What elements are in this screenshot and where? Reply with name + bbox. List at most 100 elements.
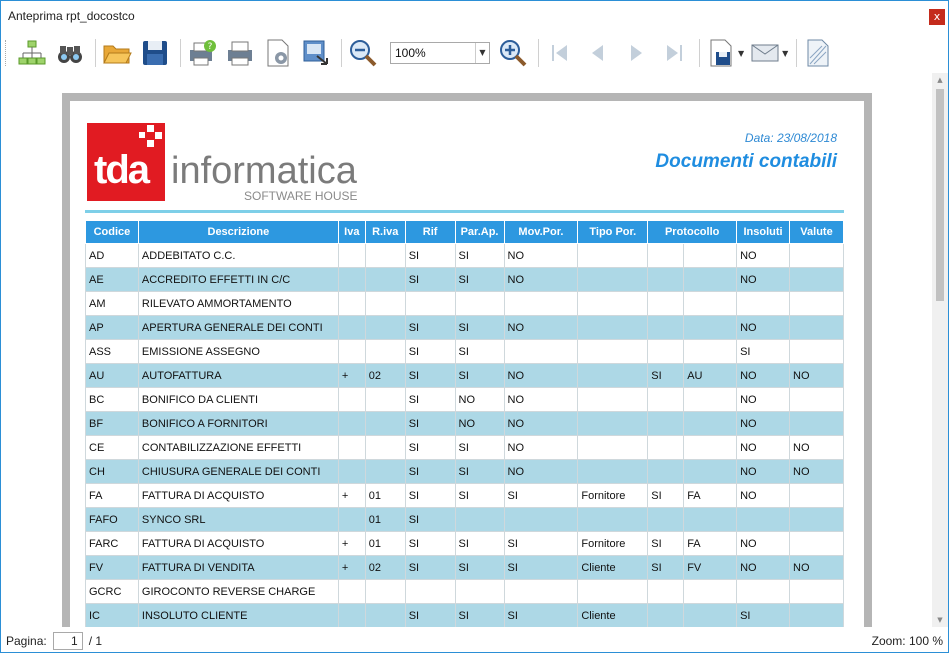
zoom-in-icon[interactable] xyxy=(496,36,530,70)
table-cell xyxy=(683,411,738,436)
table-cell: NO xyxy=(503,459,579,484)
table-cell: NO xyxy=(503,411,579,436)
table-cell: SI xyxy=(454,531,505,556)
table-cell: NO xyxy=(736,531,791,556)
table-cell xyxy=(337,291,366,316)
watermark-icon[interactable] xyxy=(801,36,835,70)
table-cell: 01 xyxy=(364,483,406,508)
save-as-icon[interactable] xyxy=(704,36,738,70)
table-cell xyxy=(789,411,844,436)
scroll-down-icon[interactable]: ▼ xyxy=(932,613,948,627)
table-cell: BC xyxy=(85,387,139,412)
table-row: GCRC GIROCONTO REVERSE CHARGE xyxy=(85,579,844,604)
table-body: AD ADDEBITATO C.C. SI SI NO NO AE ACCREDITO EFF… xyxy=(85,243,844,627)
zoom-out-icon[interactable] xyxy=(346,36,380,70)
table-cell xyxy=(337,579,366,604)
table-cell xyxy=(647,603,685,627)
table-cell: SI xyxy=(736,339,791,364)
next-page-icon[interactable] xyxy=(619,36,653,70)
report-viewport[interactable]: tda informatica SOFTWARE HOUSE Data: 23/… xyxy=(1,73,932,627)
table-cell: Cliente xyxy=(577,555,649,580)
last-page-icon[interactable] xyxy=(657,36,691,70)
scroll-up-icon[interactable]: ▲ xyxy=(932,73,948,87)
table-cell: ADDEBITATO C.C. xyxy=(137,243,339,268)
table-cell: NO xyxy=(503,435,579,460)
first-page-icon[interactable] xyxy=(543,36,577,70)
table-cell: SI xyxy=(404,339,456,364)
table-cell xyxy=(647,387,685,412)
report-title: Documenti contabili xyxy=(655,151,837,172)
chevron-down-icon[interactable]: ▼ xyxy=(738,49,744,58)
table-cell: AU xyxy=(683,363,738,388)
table-row: FV FATTURA DI VENDITA +02 SI SI SI Cliente SI FV… xyxy=(85,555,844,580)
table-row: IC INSOLUTO CLIENTE SI SI SI Cliente SI xyxy=(85,603,844,627)
column-header: Descrizione xyxy=(137,220,339,244)
table-cell: CE xyxy=(85,435,139,460)
vertical-scrollbar[interactable]: ▲ ▼ xyxy=(932,73,948,627)
toolbar-grip[interactable] xyxy=(5,40,9,66)
table-cell xyxy=(364,387,406,412)
table-cell xyxy=(577,459,649,484)
scrollbar-thumb[interactable] xyxy=(936,89,944,301)
table-cell: ASS xyxy=(85,339,139,364)
print-setup-icon[interactable]: ? xyxy=(185,36,219,70)
open-folder-icon[interactable] xyxy=(100,36,134,70)
table-header-row: Codice Descrizione Iva R.iva Rif Par.Ap.… xyxy=(85,220,844,244)
tree-icon[interactable] xyxy=(15,36,49,70)
zoom-select[interactable]: 100% ▼ xyxy=(390,42,490,64)
table-cell: SYNCO SRL xyxy=(137,507,339,532)
binoculars-icon[interactable] xyxy=(53,36,87,70)
table-cell: BONIFICO A FORNITORI xyxy=(137,411,339,436)
table-cell: SI xyxy=(454,603,505,627)
table-cell xyxy=(789,579,844,604)
table-cell: AD xyxy=(85,243,139,268)
page-settings-icon[interactable] xyxy=(261,36,295,70)
zoom-status: Zoom: 100 % xyxy=(871,634,943,648)
close-button[interactable]: x xyxy=(929,9,945,25)
table-cell xyxy=(647,459,685,484)
table-cell xyxy=(337,387,366,412)
table-cell: 01 xyxy=(364,531,406,556)
table-cell xyxy=(503,291,579,316)
table-cell xyxy=(364,339,406,364)
logo-name: informatica xyxy=(171,150,358,192)
table-cell: SI xyxy=(454,483,505,508)
page-number-input[interactable]: 1 xyxy=(52,632,83,650)
table-cell: FA xyxy=(683,483,738,508)
table-cell xyxy=(647,243,685,268)
table-cell: NO xyxy=(503,363,579,388)
table-cell xyxy=(503,579,579,604)
chevron-down-icon[interactable]: ▼ xyxy=(782,49,788,58)
table-cell: SI xyxy=(404,531,456,556)
prev-page-icon[interactable] xyxy=(581,36,615,70)
table-cell: SI xyxy=(404,507,456,532)
table-cell xyxy=(789,339,844,364)
zoom-select-value: 100% xyxy=(395,46,426,60)
table-cell xyxy=(503,339,579,364)
table-cell xyxy=(404,291,456,316)
table-cell xyxy=(789,267,844,292)
toolbar-separator xyxy=(538,39,539,67)
table-cell xyxy=(337,315,366,340)
table-cell: NO xyxy=(789,363,844,388)
table-cell: SI xyxy=(454,435,505,460)
mail-icon[interactable] xyxy=(748,36,782,70)
table-cell: NO xyxy=(736,411,791,436)
table-cell xyxy=(577,315,649,340)
export-icon[interactable] xyxy=(299,36,333,70)
page-label: Pagina: xyxy=(6,634,47,648)
table-cell: Fornitore xyxy=(577,531,649,556)
table-cell: FV xyxy=(683,555,738,580)
table-cell xyxy=(364,459,406,484)
save-icon[interactable] xyxy=(138,36,172,70)
table-cell xyxy=(647,507,685,532)
table-cell xyxy=(736,291,791,316)
status-bar: Pagina: 1 / 1 Zoom: 100 % xyxy=(1,629,948,653)
chevron-down-icon[interactable]: ▼ xyxy=(475,43,489,63)
header-divider xyxy=(85,210,844,213)
table-cell xyxy=(577,411,649,436)
print-icon[interactable] xyxy=(223,36,257,70)
table-cell: FV xyxy=(85,555,139,580)
toolbar-separator xyxy=(95,39,96,67)
table-row: FA FATTURA DI ACQUISTO +01 SI SI SI Fornitore S… xyxy=(85,483,844,508)
